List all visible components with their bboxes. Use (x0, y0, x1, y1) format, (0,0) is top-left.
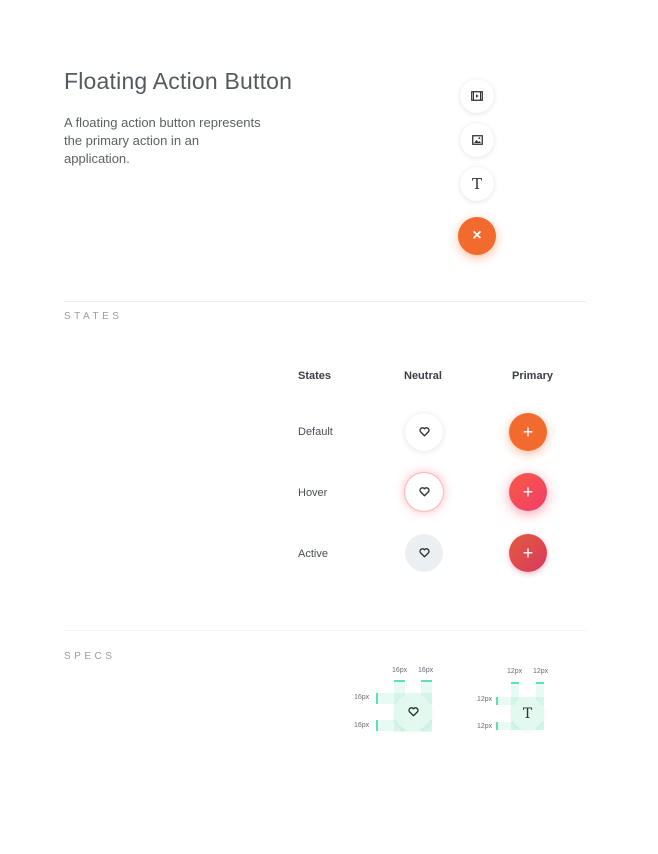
fab-primary-hover[interactable]: + (509, 473, 547, 511)
spec-marker (421, 680, 432, 682)
spec-marker (496, 697, 498, 705)
spec-small-h2-label: 12px (533, 668, 549, 675)
close-icon: × (472, 227, 482, 244)
spec-marker (394, 680, 405, 682)
text-icon: T (522, 705, 533, 722)
spec-large-fab (394, 693, 432, 731)
divider-states (64, 301, 586, 302)
fab-main-close[interactable]: × (458, 217, 496, 255)
video-icon (471, 91, 483, 101)
spec-marker (496, 722, 498, 730)
section-label-specs: SPECS (64, 651, 116, 662)
column-header-neutral: Neutral (404, 370, 442, 382)
fab-primary-active[interactable]: + (509, 534, 547, 572)
fab-primary-default[interactable]: + (509, 413, 547, 451)
row-label-hover: Hover (298, 487, 328, 499)
spec-large-v2-label: 16px (354, 722, 370, 729)
spec-small-v2-label: 12px (477, 723, 493, 730)
spec-marker (376, 720, 378, 731)
spec-marker (376, 693, 378, 704)
image-icon (471, 135, 483, 145)
text-icon: T (471, 175, 482, 193)
plus-icon: + (522, 542, 534, 563)
heart-icon (407, 707, 419, 717)
page-description: A floating action button represents the … (64, 115, 261, 166)
page-title: Floating Action Button (64, 68, 293, 94)
spec-large-h1-label: 16px (392, 667, 408, 674)
fab-neutral-hover[interactable] (405, 473, 443, 511)
fab-mini-image[interactable] (460, 123, 494, 157)
column-header-primary: Primary (512, 370, 553, 382)
spec-small-h1-label: 12px (507, 668, 523, 675)
plus-icon: + (522, 481, 534, 502)
plus-icon: + (522, 421, 534, 442)
fab-mini-video[interactable] (460, 79, 494, 113)
column-header-states: States (298, 370, 332, 382)
heart-icon (418, 548, 430, 558)
row-label-default: Default (298, 426, 333, 438)
spec-small-v1-label: 12px (477, 696, 493, 703)
spec-small-fab: T (511, 697, 544, 730)
fab-neutral-default[interactable] (405, 413, 443, 451)
section-label-states: STATES (64, 311, 123, 322)
spec-large-v1-label: 16px (354, 694, 370, 701)
fab-neutral-active[interactable] (405, 534, 443, 572)
heart-icon (418, 487, 430, 497)
heart-icon (418, 427, 430, 437)
divider-specs (64, 630, 586, 631)
spec-large-h2-label: 16px (418, 667, 434, 674)
spec-marker (536, 682, 544, 684)
spec-marker (511, 682, 519, 684)
row-label-active: Active (298, 548, 328, 560)
fab-mini-text[interactable]: T (460, 167, 494, 201)
